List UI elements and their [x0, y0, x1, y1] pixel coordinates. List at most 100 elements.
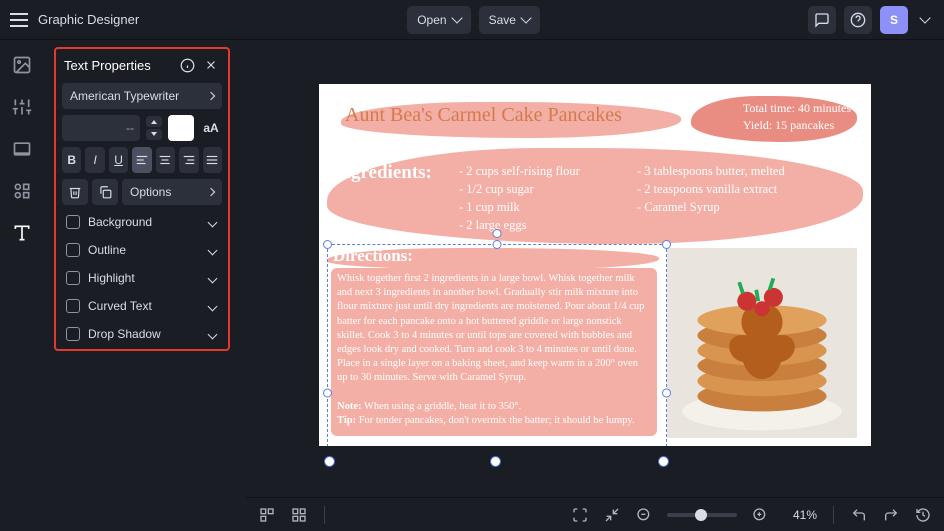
chevron-down-icon	[208, 245, 218, 255]
pancake-illustration	[667, 248, 857, 438]
checkbox[interactable]	[66, 243, 80, 257]
align-center-button[interactable]	[156, 147, 175, 173]
tool-rail	[0, 40, 44, 497]
accordion-label: Background	[88, 215, 152, 229]
trash-icon	[68, 185, 82, 199]
font-size-value: --	[126, 121, 134, 135]
resize-handle-s[interactable]	[490, 456, 501, 467]
accordion-drop-shadow[interactable]: Drop Shadow	[62, 323, 222, 345]
resize-handle-nw[interactable]	[323, 240, 332, 249]
font-size-stepper[interactable]	[146, 116, 162, 140]
step-up[interactable]	[146, 116, 162, 127]
document[interactable]: Aunt Bea's Carmel Cake Pancakes Total ti…	[319, 84, 871, 446]
options-button[interactable]: Options	[122, 179, 222, 205]
shapes-tool[interactable]	[11, 180, 33, 202]
font-family-value: American Typewriter	[70, 89, 179, 103]
checkbox[interactable]	[66, 215, 80, 229]
font-family-select[interactable]: American Typewriter	[62, 83, 222, 109]
ingredient-item: - 1 cup milk	[459, 198, 580, 216]
frame-tool[interactable]	[11, 138, 33, 160]
open-button[interactable]: Open	[407, 6, 470, 34]
chevron-down-icon	[208, 273, 218, 283]
recipe-meta[interactable]: Total time: 40 minutes Yield: 15 pancake…	[743, 100, 851, 134]
italic-button[interactable]: I	[85, 147, 104, 173]
help-button[interactable]	[844, 6, 872, 34]
avatar[interactable]: S	[880, 6, 908, 34]
chevron-right-icon	[207, 188, 215, 196]
step-down[interactable]	[146, 129, 162, 140]
info-button[interactable]	[178, 56, 196, 74]
resize-handle-sw[interactable]	[324, 456, 335, 467]
checkbox[interactable]	[66, 327, 80, 341]
top-bar: Graphic Designer Open Save S	[0, 0, 944, 40]
resize-handle-w[interactable]	[323, 389, 332, 398]
redo-button[interactable]	[882, 506, 900, 524]
chevron-down-icon	[208, 301, 218, 311]
selection-box[interactable]	[327, 244, 667, 446]
accordion-label: Outline	[88, 243, 126, 257]
text-color-swatch[interactable]	[168, 115, 194, 141]
font-size-input[interactable]: --	[62, 115, 140, 141]
text-case-button[interactable]: aA	[200, 115, 222, 141]
resize-handle-e[interactable]	[662, 389, 671, 398]
close-button[interactable]	[202, 56, 220, 74]
comment-button[interactable]	[808, 6, 836, 34]
align-left-button[interactable]	[132, 147, 151, 173]
resize-handle-se[interactable]	[658, 456, 669, 467]
accordion-highlight[interactable]: Highlight	[62, 267, 222, 289]
ingredients-col-1[interactable]: - 2 cups self-rising flour - 1/2 cup sug…	[459, 162, 580, 235]
accordion-background[interactable]: Background	[62, 211, 222, 233]
zoom-slider-knob[interactable]	[695, 509, 707, 521]
image-tool[interactable]	[11, 54, 33, 76]
align-justify-icon	[205, 153, 219, 167]
duplicate-button[interactable]	[92, 179, 118, 205]
text-tool[interactable]	[11, 222, 33, 244]
save-label: Save	[489, 13, 516, 27]
ingredient-item: - 2 teaspoons vanilla extract	[637, 180, 785, 198]
rotate-handle[interactable]	[493, 229, 502, 238]
zoom-in-button[interactable]	[751, 506, 769, 524]
layers-button[interactable]	[258, 506, 276, 524]
panel-header: Text Properties	[56, 49, 228, 81]
align-right-button[interactable]	[179, 147, 198, 173]
help-icon	[850, 12, 866, 28]
chevron-down-icon	[520, 12, 531, 23]
accordion-curved-text[interactable]: Curved Text	[62, 295, 222, 317]
resize-handle-n[interactable]	[493, 240, 502, 249]
undo-button[interactable]	[850, 506, 868, 524]
menu-icon[interactable]	[10, 13, 28, 27]
total-time: Total time: 40 minutes	[743, 100, 851, 117]
canvas-area[interactable]: Aunt Bea's Carmel Cake Pancakes Total ti…	[246, 40, 944, 497]
ingredient-item: - 2 large eggs	[459, 216, 580, 234]
recipe-photo[interactable]	[667, 248, 857, 438]
ingredient-item: - Caramel Syrup	[637, 198, 785, 216]
open-label: Open	[417, 13, 446, 27]
underline-button[interactable]: U	[109, 147, 128, 173]
save-button[interactable]: Save	[479, 6, 540, 34]
checkbox[interactable]	[66, 299, 80, 313]
chevron-down-icon	[208, 217, 218, 227]
delete-button[interactable]	[62, 179, 88, 205]
ingredients-label[interactable]: Ingredients:	[333, 162, 432, 184]
accordion-label: Drop Shadow	[88, 327, 161, 341]
zoom-out-button[interactable]	[635, 506, 653, 524]
bottom-bar: 41%	[246, 497, 944, 531]
adjust-tool[interactable]	[11, 96, 33, 118]
history-button[interactable]	[914, 506, 932, 524]
copy-icon	[98, 185, 112, 199]
ingredient-item: - 1/2 cup sugar	[459, 180, 580, 198]
align-justify-button[interactable]	[203, 147, 222, 173]
accordion-label: Curved Text	[88, 299, 152, 313]
fullscreen-button[interactable]	[571, 506, 589, 524]
resize-handle-ne[interactable]	[662, 240, 671, 249]
align-right-icon	[182, 153, 196, 167]
zoom-slider[interactable]	[667, 513, 737, 517]
ingredients-col-2[interactable]: - 3 tablespoons butter, melted - 2 teasp…	[637, 162, 785, 216]
fit-button[interactable]	[603, 506, 621, 524]
bold-button[interactable]: B	[62, 147, 81, 173]
accordion-outline[interactable]: Outline	[62, 239, 222, 261]
recipe-title[interactable]: Aunt Bea's Carmel Cake Pancakes	[345, 104, 622, 127]
checkbox[interactable]	[66, 271, 80, 285]
account-menu-button[interactable]	[916, 6, 934, 34]
grid-button[interactable]	[290, 506, 308, 524]
